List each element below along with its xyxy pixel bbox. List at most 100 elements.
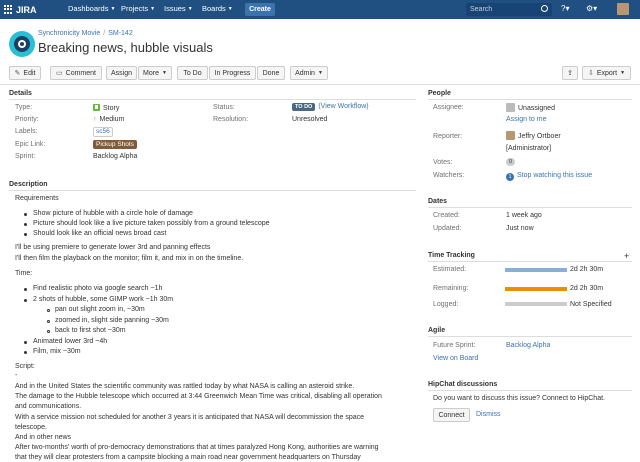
agile-divider [428, 336, 632, 337]
estimated-value: 2d 2h 30m [570, 266, 604, 273]
list-item: Find realistic photo via google search ~… [33, 285, 163, 292]
bullet [24, 341, 27, 344]
logged-bar [505, 302, 567, 306]
user-avatar[interactable] [617, 3, 629, 15]
connect-button[interactable]: Connect [433, 408, 470, 422]
remaining-bar [505, 287, 567, 291]
top-nav-bar: JIRA Dashboards ▼ Projects ▼ Issues ▼ Board… [0, 0, 640, 19]
stop-watching-link[interactable]: Stop watching this issue [517, 172, 592, 179]
assign-button[interactable]: Assign [106, 66, 137, 80]
gear-icon[interactable]: ⚙▾ [586, 4, 597, 13]
nav-dashboards[interactable]: Dashboards ▼ [68, 4, 115, 13]
priority-text: Medium [99, 116, 125, 123]
description-heading[interactable]: Description [9, 181, 48, 188]
watchers-count-badge[interactable]: 1 [506, 173, 514, 181]
details-divider [9, 99, 416, 100]
sub-bullet [47, 320, 50, 323]
watchers-value: 1 Stop watching this issue [506, 172, 592, 181]
issue-title[interactable]: Breaking news, hubble visuals [38, 40, 213, 55]
status-label: Status: [213, 104, 235, 111]
hipchat-divider [428, 390, 632, 391]
assign-to-me-link[interactable]: Assign to me [506, 116, 546, 123]
export-button[interactable]: ⇩ Export ▼ [582, 66, 631, 80]
details-heading[interactable]: Details [9, 90, 32, 97]
estimated-label: Estimated: [433, 266, 467, 273]
script-line: With a service mission not scheduled for… [15, 414, 364, 421]
nav-projects[interactable]: Projects ▼ [121, 4, 155, 13]
script-line: After two-months' worth of pro-democracy… [15, 444, 379, 451]
create-button[interactable]: Create [245, 3, 275, 16]
todo-button[interactable]: To Do [177, 66, 208, 80]
logged-value: Not Specified [570, 301, 612, 308]
more-button[interactable]: More ▼ [138, 66, 172, 80]
nav-issues[interactable]: Issues ▼ [164, 4, 193, 13]
add-time-icon[interactable]: + [624, 251, 629, 261]
labels-label: Labels: [15, 128, 38, 135]
app-switcher-icon[interactable] [4, 5, 13, 14]
script-line: And in the United States the scientific … [15, 383, 355, 390]
people-heading[interactable]: People [428, 90, 451, 97]
view-workflow-link[interactable]: (View Workflow) [318, 103, 368, 110]
breadcrumb-issue-key[interactable]: SM-142 [108, 30, 133, 37]
comment-button[interactable]: ▭ Comment [50, 66, 102, 80]
admin-button[interactable]: Admin ▼ [290, 66, 328, 80]
search-input[interactable]: Search [466, 3, 552, 16]
logo-text: JIRA [16, 4, 37, 15]
priority-label: Priority: [15, 116, 39, 123]
chevron-down-icon: ▼ [150, 5, 156, 12]
votes-label: Votes: [433, 159, 453, 166]
epic-tag[interactable]: Pickup Shots [93, 140, 137, 149]
header-divider [0, 84, 640, 85]
nav-boards[interactable]: Boards ▼ [202, 4, 233, 13]
epic-link-label: Epic Link: [15, 141, 46, 148]
dates-divider [428, 207, 632, 208]
script-line: The damage to the Hubble telescope which… [15, 393, 382, 400]
votes-badge[interactable]: 0 [506, 158, 516, 166]
created-label: Created: [433, 212, 460, 219]
resolution-value: Unresolved [292, 116, 328, 123]
list-item: Should look like an official news broad … [33, 230, 167, 237]
done-button[interactable]: Done [257, 66, 285, 80]
in-progress-button[interactable]: In Progress [209, 66, 256, 80]
description-paragraph: I'll be using premiere to generate lower… [15, 244, 211, 251]
type-label: Type: [15, 104, 33, 111]
dismiss-link[interactable]: Dismiss [476, 411, 501, 418]
share-button[interactable]: ⇪ [562, 66, 578, 80]
script-heading-text: Script: [15, 363, 35, 370]
edit-button[interactable]: ✎ Edit [9, 66, 41, 80]
hipchat-heading[interactable]: HipChat discussions [428, 381, 497, 388]
future-sprint-link[interactable]: Backlog Alpha [506, 342, 550, 349]
agile-heading[interactable]: Agile [428, 327, 445, 334]
watchers-label: Watchers: [433, 172, 465, 179]
sub-list-item: back to first shot ~30m [55, 327, 126, 334]
project-avatar[interactable] [9, 31, 35, 57]
created-value: 1 week ago [506, 212, 542, 219]
list-item: Film, mix ~30m [33, 348, 81, 355]
reporter-value[interactable]: Jeffry Ortboer [506, 131, 561, 140]
list-item: 2 shots of hubble, some GIMP work ~1h 30… [33, 296, 174, 303]
chevron-down-icon: ▼ [110, 5, 116, 12]
more-label: More [143, 69, 159, 77]
time-tracking-heading[interactable]: Time Tracking [428, 252, 475, 259]
chevron-down-icon: ▼ [187, 5, 193, 12]
nav-dashboards-label: Dashboards [68, 4, 109, 13]
remaining-value: 2d 2h 30m [570, 285, 604, 292]
unassigned-avatar-icon [506, 103, 515, 112]
bullet [24, 223, 27, 226]
search-icon [541, 5, 548, 12]
label-tag[interactable]: sc56 [93, 127, 113, 137]
view-on-board-link[interactable]: View on Board [433, 355, 478, 362]
dates-heading[interactable]: Dates [428, 198, 447, 205]
future-sprint-label: Future Sprint: [433, 342, 476, 349]
comment-label: Comment [65, 69, 96, 77]
list-item: Animated lower 3rd ~4h [33, 338, 108, 345]
export-icon: ⇩ [587, 70, 594, 77]
sprint-value: Backlog Alpha [93, 153, 138, 160]
jira-logo[interactable]: JIRA [4, 3, 37, 16]
help-icon[interactable]: ?▾ [561, 4, 569, 13]
script-line: telescope. [15, 424, 47, 431]
edit-label: Edit [23, 69, 36, 77]
estimated-bar-fill [505, 268, 567, 272]
search-placeholder: Search [470, 6, 493, 13]
breadcrumb-project[interactable]: Synchronicity Movie [38, 30, 100, 37]
